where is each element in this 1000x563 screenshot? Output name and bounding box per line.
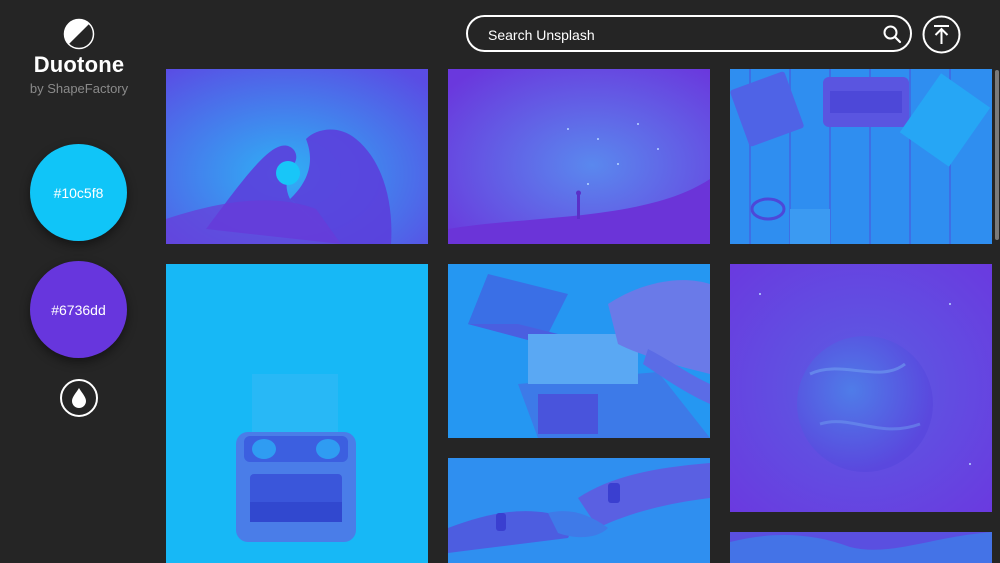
photo-card-hands-together[interactable] <box>448 458 710 563</box>
photo-card-typewriter-desk[interactable] <box>730 69 992 244</box>
highlight-color-swatch[interactable]: #10c5f8 <box>30 144 127 241</box>
scroll-to-top-icon[interactable] <box>922 15 961 54</box>
photo-image <box>730 532 992 563</box>
photo-card-heart-hands[interactable] <box>166 69 428 244</box>
half-circle-contrast-icon <box>63 18 95 50</box>
shadow-color-swatch[interactable]: #6736dd <box>30 261 127 358</box>
water-drop-icon[interactable] <box>59 378 99 418</box>
shadow-color-label: #6736dd <box>51 301 106 318</box>
photo-image <box>448 458 710 563</box>
photo-image <box>166 264 428 563</box>
duotone-app: Duotone by ShapeFactory #10c5f8 #6736dd <box>0 0 1000 563</box>
sidebar: Duotone by ShapeFactory #10c5f8 #6736dd <box>0 0 158 563</box>
photo-card-planet[interactable] <box>730 264 992 512</box>
photo-image <box>166 69 428 244</box>
brand-subtitle: by ShapeFactory <box>29 81 129 96</box>
search-input[interactable] <box>486 17 870 52</box>
photo-image <box>448 264 710 438</box>
photo-card-partial[interactable] <box>730 532 992 563</box>
photo-card-laptop-meeting[interactable] <box>448 264 710 438</box>
photo-card-starry-sky[interactable] <box>448 69 710 244</box>
photo-card-typewriter[interactable] <box>166 264 428 563</box>
scrollbar-thumb[interactable] <box>995 70 999 240</box>
photo-image <box>730 69 992 244</box>
search-bar <box>466 15 912 52</box>
photo-image <box>448 69 710 244</box>
photo-image <box>730 264 992 512</box>
brand-title: Duotone <box>33 52 125 77</box>
highlight-color-label: #10c5f8 <box>53 184 104 201</box>
search-icon[interactable] <box>882 24 902 44</box>
